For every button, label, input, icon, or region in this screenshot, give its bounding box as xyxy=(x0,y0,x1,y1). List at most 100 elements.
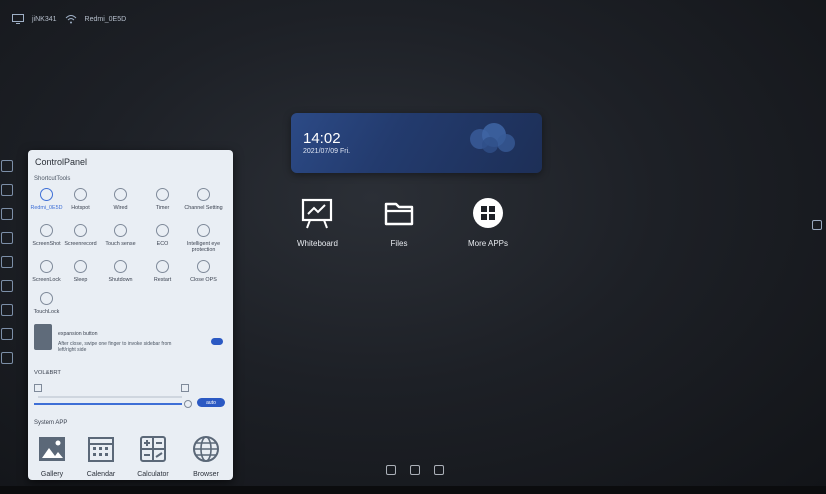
brightness-slider[interactable] xyxy=(34,403,182,405)
wifi-icon xyxy=(40,188,53,201)
app-label: More APPs xyxy=(468,239,509,248)
volume-slider[interactable] xyxy=(38,396,182,398)
sidebar-icon-1[interactable] xyxy=(1,160,13,172)
wifi-status-icon xyxy=(65,15,76,24)
speaker-high-icon xyxy=(181,384,189,392)
back-icon[interactable] xyxy=(434,465,444,475)
tool-touchlock[interactable]: TouchLock xyxy=(28,292,69,315)
clock-time: 14:02 xyxy=(303,130,341,147)
expansion-setting: expansion button After close, swipe one … xyxy=(34,324,224,366)
sidebar-icon-6[interactable] xyxy=(1,280,13,292)
tool-label: Close OPS xyxy=(190,277,217,283)
eco-icon xyxy=(156,224,169,237)
app-calculator[interactable]: Calculator xyxy=(128,434,178,478)
bottom-dock xyxy=(386,465,444,475)
power-icon xyxy=(114,260,127,273)
system-app-label: Calculator xyxy=(137,471,169,478)
sidebar-icon-3[interactable] xyxy=(1,208,13,220)
expansion-title: expansion button xyxy=(58,331,98,337)
tool-label: ScreenShot xyxy=(32,241,61,247)
brightness-icon xyxy=(184,400,192,408)
tool-label: Wired xyxy=(113,205,128,211)
system-app-label: Gallery xyxy=(40,471,64,478)
app-browser[interactable]: Browser xyxy=(181,434,231,478)
system-app-section: System APP xyxy=(34,420,67,426)
calculator-icon xyxy=(140,436,166,462)
expansion-image xyxy=(34,324,52,350)
speaker-low-icon xyxy=(34,384,42,392)
control-panel: ControlPanel ShortcutTools Redmi_0E5D Ho… xyxy=(28,150,233,480)
app-more-apps[interactable]: More APPs xyxy=(468,196,508,248)
tool-label: Channel Setting xyxy=(184,205,223,211)
recent-apps-icon[interactable] xyxy=(386,465,396,475)
apps-grid-icon xyxy=(473,198,503,228)
auto-toggle[interactable]: auto xyxy=(197,398,225,407)
tool-eco[interactable]: ECO xyxy=(140,224,185,247)
screenrecord-icon xyxy=(74,224,87,237)
home-icon[interactable] xyxy=(410,465,420,475)
sidebar-icon-8[interactable] xyxy=(1,328,13,340)
wifi-label: Redmi_0E5D xyxy=(84,15,127,23)
screenshot-icon xyxy=(40,224,53,237)
tool-close-ops[interactable]: Close OPS xyxy=(181,260,226,283)
vol-label: VOL&BRT xyxy=(34,370,61,376)
tool-hotspot[interactable]: Hotspot xyxy=(58,188,103,211)
eye-icon xyxy=(197,224,210,237)
app-files[interactable]: Files xyxy=(382,196,416,248)
tool-timer[interactable]: Timer xyxy=(140,188,185,211)
tool-restart[interactable]: Restart xyxy=(140,260,185,283)
gallery-icon xyxy=(39,437,65,461)
app-whiteboard[interactable]: Whiteboard xyxy=(297,196,338,248)
channel-icon xyxy=(197,188,210,201)
sidebar-icon-7[interactable] xyxy=(1,304,13,316)
panel-title: ControlPanel xyxy=(35,157,88,167)
clock-widget[interactable]: 14:02 2021/07/09 Fri. xyxy=(291,113,542,173)
expansion-toggle[interactable] xyxy=(211,338,223,345)
tool-label: Shutdown xyxy=(108,277,133,283)
cloud-icon xyxy=(470,123,515,153)
lock-icon xyxy=(40,260,53,273)
display-icon xyxy=(12,14,24,24)
right-sidebar-handle[interactable] xyxy=(812,220,822,230)
wired-icon xyxy=(114,188,127,201)
touchlock-icon xyxy=(40,292,53,305)
timer-icon xyxy=(156,188,169,201)
tool-label: ScreenLock xyxy=(32,277,61,283)
tool-label: Restart xyxy=(153,277,172,283)
tool-shutdown[interactable]: Shutdown xyxy=(98,260,143,283)
screen-bezel xyxy=(0,486,826,494)
sidebar-icon-2[interactable] xyxy=(1,184,13,196)
whiteboard-icon xyxy=(302,198,333,229)
tool-label: TouchLock xyxy=(33,309,60,315)
tool-label: Sleep xyxy=(73,277,88,283)
app-gallery[interactable]: Gallery xyxy=(28,434,77,478)
clock-date: 2021/07/09 Fri. xyxy=(303,148,351,155)
tool-label: Touch sense xyxy=(105,241,136,247)
tool-screenrecord[interactable]: Screenrecord xyxy=(58,224,103,247)
left-sidebar xyxy=(0,160,14,420)
app-label: Files xyxy=(390,239,408,248)
sleep-icon xyxy=(74,260,87,273)
hotspot-icon xyxy=(74,188,87,201)
tool-touch-sense[interactable]: Touch sense xyxy=(98,224,143,247)
tool-eye-protection[interactable]: Intelligent eye protection xyxy=(181,224,226,253)
tool-label: Intelligent eye protection xyxy=(186,241,221,253)
shortcut-tools-title: ShortcutTools xyxy=(34,176,71,182)
sidebar-icon-4[interactable] xyxy=(1,232,13,244)
system-app-label: Browser xyxy=(193,471,219,478)
status-bar: jiNK341 Redmi_0E5D xyxy=(12,14,126,24)
volume-brightness: VOL&BRT auto xyxy=(34,370,226,410)
tool-label: ECO xyxy=(156,241,169,247)
tool-wired[interactable]: Wired xyxy=(98,188,143,211)
tool-sleep[interactable]: Sleep xyxy=(58,260,103,283)
tool-label: Hotspot xyxy=(71,205,90,211)
sidebar-icon-5[interactable] xyxy=(1,256,13,268)
ops-icon xyxy=(197,260,210,273)
app-calendar[interactable]: Calendar xyxy=(76,434,126,478)
tool-channel-setting[interactable]: Channel Setting xyxy=(181,188,226,211)
expansion-desc: After close, swipe one finger to invoke … xyxy=(58,341,172,353)
sidebar-icon-9[interactable] xyxy=(1,352,13,364)
folder-icon xyxy=(384,202,414,226)
tool-label: Screenrecord xyxy=(64,241,97,247)
globe-icon xyxy=(193,436,219,462)
